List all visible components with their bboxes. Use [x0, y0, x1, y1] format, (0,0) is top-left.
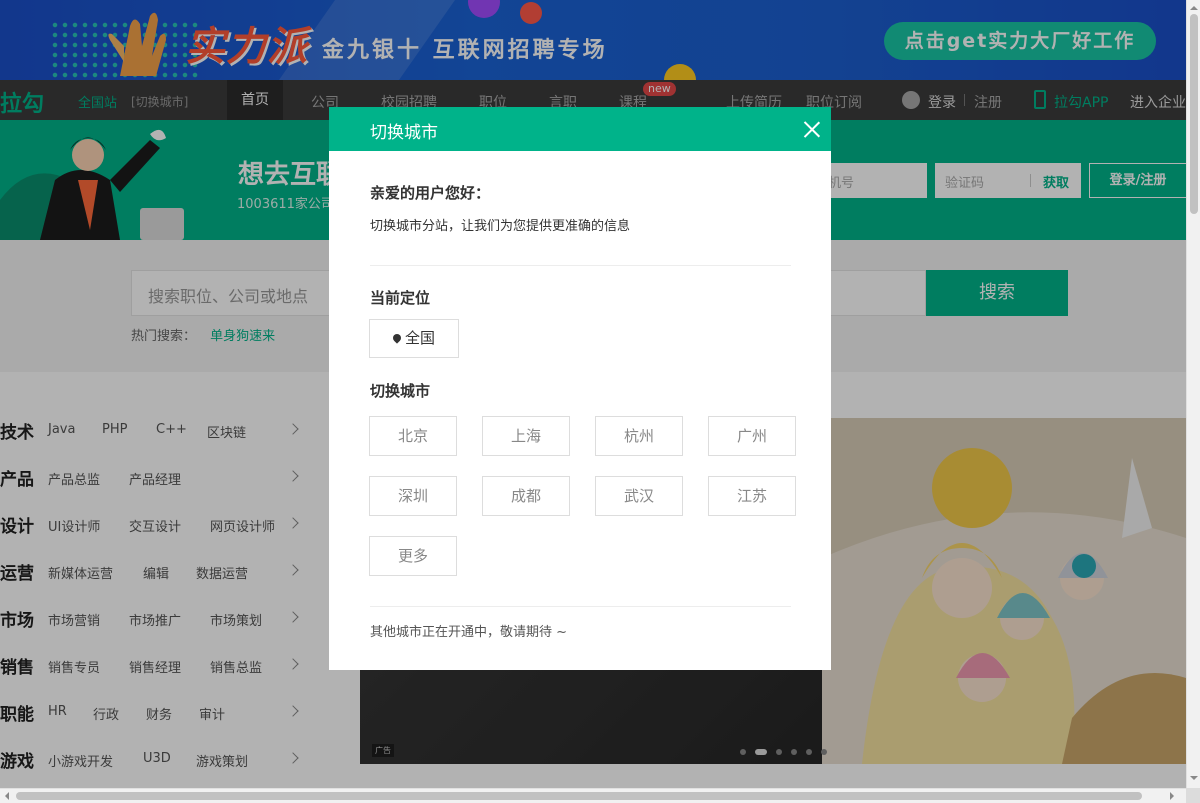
city-button-more[interactable]: 更多	[369, 536, 457, 576]
vertical-scroll-thumb[interactable]	[1190, 14, 1198, 214]
divider	[370, 606, 791, 607]
divider	[370, 265, 791, 266]
description-text: 切换城市分站，让我们为您提供更准确的信息	[370, 219, 631, 234]
current-location-heading: 当前定位	[370, 289, 431, 307]
horizontal-scrollbar[interactable]	[0, 788, 1186, 803]
city-button-shenzhen[interactable]: 深圳	[369, 476, 457, 516]
city-button-chengdu[interactable]: 成都	[482, 476, 570, 516]
footer-note: 其他城市正在开通中，敬请期待 ~	[370, 625, 568, 640]
greeting-text: 亲爱的用户您好：	[370, 184, 491, 202]
location-pin-icon	[391, 332, 403, 344]
city-button-wuhan[interactable]: 武汉	[595, 476, 683, 516]
city-button-shanghai[interactable]: 上海	[482, 416, 570, 456]
scroll-up-icon[interactable]	[1190, 2, 1198, 10]
scroll-left-icon[interactable]	[1, 792, 9, 800]
city-button-hangzhou[interactable]: 杭州	[595, 416, 683, 456]
city-button-beijing[interactable]: 北京	[369, 416, 457, 456]
city-button-guangzhou[interactable]: 广州	[708, 416, 796, 456]
city-button-jiangsu[interactable]: 江苏	[708, 476, 796, 516]
vertical-scrollbar[interactable]	[1186, 0, 1200, 788]
scroll-right-icon[interactable]	[1170, 792, 1178, 800]
dialog-title: 切换城市	[329, 107, 831, 151]
switch-city-heading: 切换城市	[370, 382, 431, 400]
horizontal-scroll-thumb[interactable]	[16, 792, 1142, 800]
scroll-down-icon[interactable]	[1190, 776, 1198, 784]
close-icon[interactable]	[803, 120, 821, 138]
current-location-label: 全国	[404, 329, 435, 347]
scrollbar-corner	[1186, 788, 1200, 803]
switch-city-dialog: 切换城市 亲爱的用户您好： 切换城市分站，让我们为您提供更准确的信息 当前定位 …	[329, 107, 831, 670]
current-location-button[interactable]: 全国	[369, 319, 459, 358]
